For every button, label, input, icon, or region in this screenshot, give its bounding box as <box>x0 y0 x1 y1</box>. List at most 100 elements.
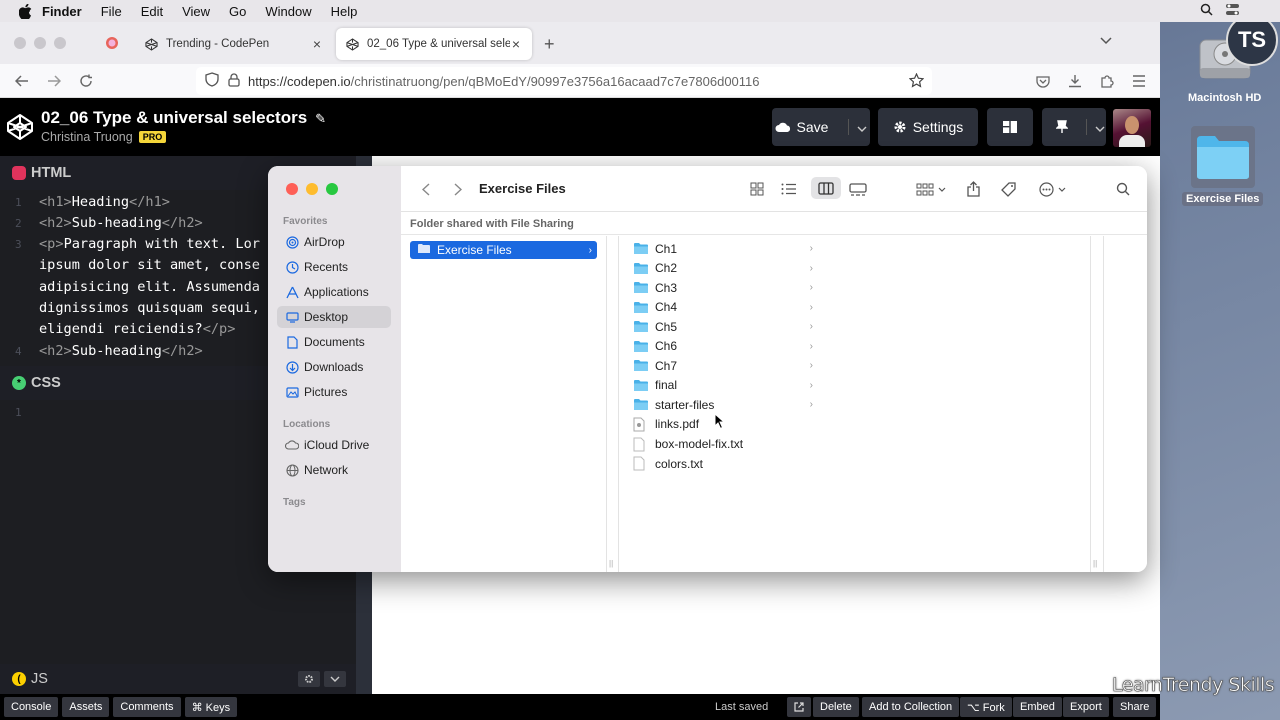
codepen-logo-icon[interactable] <box>6 113 34 141</box>
save-options-chevron-icon[interactable] <box>848 119 867 135</box>
folder-row[interactable]: Ch1 › <box>633 239 813 258</box>
tab-close-icon[interactable]: × <box>510 36 522 52</box>
tracking-protection-icon[interactable] <box>205 72 219 90</box>
close-window-button[interactable] <box>14 37 26 49</box>
export-button[interactable]: Export <box>1063 697 1109 717</box>
author-name[interactable]: Christina Truong <box>41 130 133 144</box>
search-icon[interactable] <box>1114 181 1132 197</box>
apple-menu-icon[interactable] <box>18 3 32 19</box>
sidebar-item-recents[interactable]: Recents <box>277 256 391 278</box>
file-row[interactable]: box-model-fix.txt <box>633 435 813 454</box>
firefox-view-icon[interactable] <box>103 34 121 52</box>
back-button[interactable] <box>14 73 30 89</box>
column-divider[interactable] <box>1103 236 1104 572</box>
more-actions-icon[interactable] <box>1038 181 1070 197</box>
finder-sidebar: Favorites AirDrop Recents Applications D… <box>268 166 401 572</box>
menu-help[interactable]: Help <box>331 4 358 19</box>
minimize-window-button[interactable] <box>34 37 46 49</box>
zoom-window-button[interactable] <box>54 37 66 49</box>
desktop-folder-exercise-files[interactable]: Exercise Files <box>1182 126 1264 206</box>
folder-row[interactable]: Ch7 › <box>633 356 813 375</box>
embed-button[interactable]: Embed <box>1013 697 1062 717</box>
finder-minimize-button[interactable] <box>306 183 318 195</box>
delete-button[interactable]: Delete <box>813 697 859 717</box>
comments-button[interactable]: Comments <box>113 697 181 717</box>
pocket-icon[interactable] <box>1035 73 1051 89</box>
reload-button[interactable] <box>78 73 94 89</box>
forward-chevron-icon[interactable] <box>449 181 467 197</box>
pen-title[interactable]: 02_06 Type & universal selectors ✎ <box>41 108 326 128</box>
column-resize-handle-icon[interactable]: || <box>609 559 613 568</box>
sidebar-item-documents[interactable]: Documents <box>277 331 391 353</box>
edit-pencil-icon[interactable]: ✎ <box>315 111 326 126</box>
sidebar-item-downloads[interactable]: Downloads <box>277 356 391 378</box>
group-by-icon[interactable] <box>915 181 949 197</box>
extensions-icon[interactable] <box>1099 73 1115 89</box>
sidebar-item-pictures[interactable]: Pictures <box>277 381 391 403</box>
column-divider[interactable] <box>606 236 607 572</box>
tab-active-pen[interactable]: 02_06 Type & universal selectors × <box>336 28 532 60</box>
js-pane-collapse-icon[interactable] <box>324 671 346 687</box>
sidebar-item-applications[interactable]: Applications <box>277 281 391 303</box>
tab-list-chevron-icon[interactable] <box>1100 34 1112 48</box>
control-center-icon[interactable] <box>1225 3 1240 19</box>
gallery-view-icon[interactable] <box>849 181 867 197</box>
sidebar-item-network[interactable]: Network <box>277 459 391 481</box>
tab-trending-codepen[interactable]: Trending - CodePen × <box>135 28 333 60</box>
downloads-icon[interactable] <box>1067 73 1083 89</box>
share-icon[interactable] <box>964 181 982 197</box>
menu-window[interactable]: Window <box>265 4 311 19</box>
settings-button[interactable]: Settings <box>878 108 978 146</box>
folder-row[interactable]: Ch6 › <box>633 337 813 356</box>
menu-view[interactable]: View <box>182 4 210 19</box>
finder-zoom-button[interactable] <box>326 183 338 195</box>
folder-row[interactable]: Ch5 › <box>633 317 813 336</box>
url-bar[interactable]: https://codepen.io/christinatruong/pen/q… <box>196 67 932 95</box>
tab-close-icon[interactable]: × <box>311 36 323 52</box>
menu-edit[interactable]: Edit <box>141 4 163 19</box>
sidebar-item-icloud[interactable]: iCloud Drive <box>277 434 391 456</box>
console-button[interactable]: Console <box>4 697 59 717</box>
open-external-icon[interactable] <box>787 697 811 717</box>
menu-app-finder[interactable]: Finder <box>42 4 82 19</box>
share-button[interactable]: Share <box>1113 697 1157 717</box>
fork-button[interactable]: ⌥ Fork <box>960 697 1012 717</box>
list-view-icon[interactable] <box>780 181 798 197</box>
column-resize-handle-icon[interactable]: || <box>1093 559 1097 568</box>
bookmark-star-icon[interactable] <box>908 72 925 91</box>
pin-chevron-icon[interactable] <box>1086 119 1105 135</box>
column-divider[interactable] <box>618 236 619 572</box>
sidebar-item-desktop[interactable]: Desktop <box>277 306 391 328</box>
avatar[interactable] <box>1113 109 1151 147</box>
folder-row[interactable]: Ch3 › <box>633 278 813 297</box>
column-view-icon[interactable] <box>811 177 841 199</box>
pin-button[interactable] <box>1042 108 1106 146</box>
assets-button[interactable]: Assets <box>62 697 110 717</box>
column-divider[interactable] <box>1090 236 1091 572</box>
hamburger-menu-icon[interactable] <box>1131 73 1147 89</box>
folder-row[interactable]: starter-files › <box>633 395 813 414</box>
js-pane-header[interactable]: ( JS <box>0 664 356 694</box>
back-chevron-icon[interactable] <box>417 181 435 197</box>
file-row[interactable]: colors.txt <box>633 454 813 473</box>
js-pane-settings-icon[interactable] <box>298 671 320 687</box>
tag-icon[interactable] <box>999 181 1017 197</box>
menu-go[interactable]: Go <box>229 4 246 19</box>
sidebar-item-airdrop[interactable]: AirDrop <box>277 231 391 253</box>
finder-close-button[interactable] <box>286 183 298 195</box>
menu-file[interactable]: File <box>101 4 122 19</box>
add-to-collection-button[interactable]: Add to Collection <box>862 697 960 717</box>
keys-button[interactable]: ⌘ Keys <box>184 697 238 717</box>
folder-row[interactable]: Ch2 › <box>633 259 813 278</box>
gear-icon <box>894 121 906 133</box>
new-tab-button[interactable]: + <box>544 34 555 55</box>
spotlight-icon[interactable] <box>1200 3 1213 19</box>
forward-button[interactable] <box>46 73 62 89</box>
icon-view-icon[interactable] <box>748 181 766 197</box>
folder-row[interactable]: Ch4 › <box>633 298 813 317</box>
change-view-button[interactable] <box>987 108 1033 146</box>
column-item-exercise-files[interactable]: Exercise Files › <box>410 241 597 259</box>
folder-row[interactable]: final › <box>633 376 813 395</box>
save-button[interactable]: Save <box>772 108 870 146</box>
lock-icon[interactable] <box>228 72 240 90</box>
